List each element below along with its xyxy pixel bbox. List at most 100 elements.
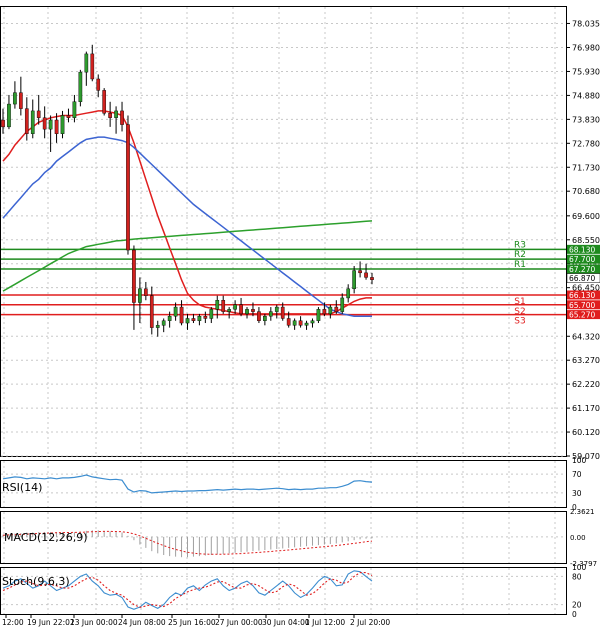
level-name-s3: S3	[514, 317, 525, 327]
y-tick-label: 73.830	[572, 115, 600, 124]
candle-body	[286, 318, 291, 326]
candle-body	[1, 119, 5, 128]
candle-body	[328, 306, 333, 315]
candle-body	[257, 311, 261, 321]
candle-body	[352, 270, 356, 290]
y-tick-label: 60.120	[572, 428, 600, 437]
candle-body	[13, 92, 17, 105]
candle-body	[48, 119, 53, 130]
x-tick-label: 19 Jun 22:01	[27, 618, 75, 627]
macd-tick-label: 0.00	[570, 534, 586, 542]
candle-body	[239, 304, 243, 315]
candle-body	[90, 53, 95, 80]
candle-body	[78, 71, 83, 102]
y-tick-label: 78.035	[572, 19, 600, 28]
y-tick-label: 63.270	[572, 356, 600, 365]
candle-body	[274, 306, 279, 312]
candle-body	[203, 315, 208, 319]
y-tick-label: 68.550	[572, 236, 600, 245]
level-price-label: 65.700	[569, 301, 595, 310]
pane-frame-rsi	[0, 460, 567, 508]
candle-body	[209, 309, 214, 319]
candle-body	[233, 304, 237, 310]
candle-body	[251, 309, 255, 312]
candle-body	[66, 115, 71, 118]
candle-body	[292, 320, 297, 326]
level-name-r3: R3	[514, 240, 526, 250]
candle-body	[173, 306, 178, 317]
candle-body	[30, 110, 35, 134]
candle-body	[60, 115, 65, 134]
candle-body	[280, 306, 285, 319]
candle-body	[24, 108, 29, 134]
trading-chart: 78.035 76.980 75.930 74.880 73.830 72.780 71.7…	[0, 0, 600, 631]
level-price-label: 65.270	[569, 311, 595, 320]
candle-body	[36, 110, 41, 118]
x-tick-label: 24 Jun 08:00	[118, 618, 166, 627]
candle-body	[215, 300, 220, 310]
candle-body	[54, 119, 59, 134]
x-tick-label: 12:00	[2, 618, 24, 627]
candle-body	[185, 318, 190, 324]
pane-frame-main	[0, 6, 567, 457]
macd-tick-label: 2.3621	[570, 508, 595, 516]
candle-body	[179, 306, 184, 324]
x-tick-label: 23 Jun 00:00	[70, 618, 118, 627]
candle-body	[304, 322, 309, 326]
rsi-tick-label: 30	[572, 489, 582, 498]
level-price-label: 67.700	[569, 255, 595, 264]
candle-body	[364, 272, 368, 278]
stoch-tick-label: 0	[572, 610, 577, 619]
candle-body	[310, 320, 315, 324]
candle-body	[346, 288, 351, 299]
level-price-label: 66.130	[569, 291, 595, 300]
y-tick-label: 62.220	[572, 380, 600, 389]
y-tick-label: 72.780	[572, 139, 600, 148]
candle-body	[114, 110, 118, 118]
candle-body	[144, 288, 148, 296]
candle-body	[138, 288, 142, 303]
x-tick-label: 30 Jun 04:00	[262, 618, 310, 627]
y-tick-label: 71.730	[572, 163, 600, 172]
stoch-tick-label: 80	[572, 572, 582, 581]
y-tick-label: 64.320	[572, 332, 600, 341]
candle-body	[120, 110, 124, 125]
level-name-r1: R1	[514, 260, 526, 270]
x-tick-label: 27 Jun 00:00	[215, 618, 263, 627]
candle-body	[161, 320, 166, 326]
x-tick-label: 1 Jul 12:00	[305, 618, 345, 627]
x-tick-label: 2 Jul 20:00	[350, 618, 390, 627]
chart-canvas: 78.035 76.980 75.930 74.880 73.830 72.780 71.7…	[0, 6, 600, 627]
y-tick-label: 69.600	[572, 212, 600, 221]
candle-body	[72, 101, 77, 118]
candle-body	[334, 306, 339, 312]
rsi-title: RSI(14)	[2, 481, 42, 494]
level-price-label: 68.130	[569, 245, 595, 254]
candle-body	[358, 270, 362, 274]
candle-body	[191, 318, 196, 321]
candle-body	[221, 300, 226, 312]
stoch-title: Stoch(9,6,3)	[2, 575, 70, 588]
candle-body	[245, 309, 249, 315]
candle-body	[167, 315, 172, 321]
candle-body	[96, 78, 101, 91]
candle-body	[132, 249, 136, 303]
candle-body	[263, 315, 267, 321]
candle-body	[108, 112, 112, 118]
level-price-label: 67.270	[569, 265, 595, 274]
candle-body	[322, 309, 327, 315]
candle-body	[126, 124, 130, 251]
candle-body	[370, 277, 374, 280]
last-price-label: 66.870	[569, 274, 595, 283]
y-tick-label: 61.170	[572, 404, 600, 413]
rsi-tick-label: 100	[572, 456, 587, 465]
candle-body	[19, 92, 23, 109]
candle-body	[84, 53, 89, 73]
x-tick-label: 25 Jun 16:00	[168, 618, 216, 627]
candle-body	[340, 297, 345, 312]
y-tick-label: 74.880	[572, 91, 600, 100]
rsi-tick-label: 70	[572, 470, 582, 479]
y-tick-label: 70.680	[572, 187, 600, 196]
candle-body	[155, 325, 160, 328]
macd-title: MACD(12,26,9)	[4, 531, 88, 544]
